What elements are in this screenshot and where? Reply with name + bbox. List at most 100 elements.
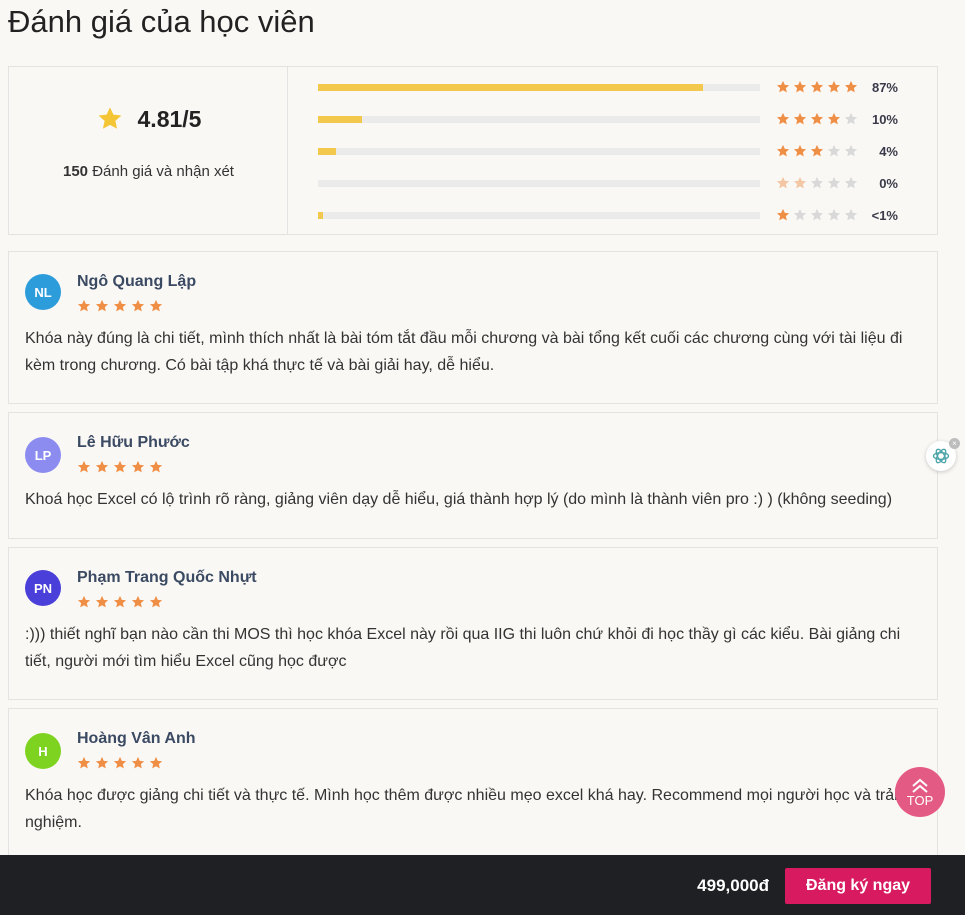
- star-icon: [77, 299, 91, 312]
- review-rating: [77, 299, 163, 313]
- star-icon: [793, 80, 807, 93]
- distribution-stars: [776, 80, 858, 94]
- star-icon: [149, 299, 163, 312]
- review-rating: [77, 595, 163, 609]
- review-text: Khoá học Excel có lộ trình rõ ràng, giản…: [25, 491, 893, 508]
- distribution-percent: 4%: [879, 143, 898, 159]
- star-icon: [113, 460, 127, 473]
- star-icon: [98, 107, 121, 129]
- star-icon: [810, 176, 824, 189]
- star-icon: [844, 144, 858, 157]
- distribution-bar-fill: [318, 115, 363, 123]
- star-icon: [95, 299, 109, 312]
- distribution-row: <1%: [318, 207, 898, 223]
- distribution-stars: [776, 144, 858, 158]
- rating-count-label: Đánh giá và nhận xét: [92, 163, 234, 180]
- rating-count-number: 150: [63, 163, 89, 180]
- star-icon: [149, 595, 163, 608]
- ai-assistant-button[interactable]: ×: [926, 438, 960, 471]
- course-price: 499,000đ: [697, 876, 769, 895]
- star-icon: [810, 80, 824, 93]
- distribution-bar: [318, 179, 760, 187]
- average-score: 4.81/5: [137, 105, 202, 132]
- star-icon: [810, 144, 824, 157]
- review-rating: [77, 460, 163, 474]
- star-icon: [793, 176, 807, 189]
- distribution-row: 87%: [318, 79, 898, 95]
- reviewer-name: Phạm Trang Quốc Nhựt: [77, 569, 257, 586]
- distribution-stars: [776, 112, 858, 126]
- purchase-bar: 499,000đ Đăng ký ngay: [0, 855, 965, 915]
- back-to-top-label: TOP: [906, 792, 934, 808]
- star-icon: [776, 112, 790, 125]
- star-icon: [827, 112, 841, 125]
- star-icon: [776, 80, 790, 93]
- distribution-stars: [776, 208, 858, 222]
- star-icon: [77, 756, 91, 769]
- star-icon: [95, 460, 109, 473]
- review-card: NL Ngô Quang Lập Khóa này đúng là chi tiết…: [8, 251, 938, 404]
- star-icon: [113, 756, 127, 769]
- distribution-bar-fill: [318, 83, 703, 91]
- close-icon[interactable]: ×: [949, 438, 960, 449]
- star-icon: [131, 299, 145, 312]
- star-icon: [827, 144, 841, 157]
- reviewer-name: Lê Hữu Phước: [77, 434, 190, 451]
- star-icon: [131, 595, 145, 608]
- distribution-row: 4%: [318, 143, 898, 159]
- rating-count: 150 Đánh giá và nhận xét: [9, 163, 288, 180]
- star-icon: [77, 460, 91, 473]
- star-icon: [844, 112, 858, 125]
- star-icon: [149, 460, 163, 473]
- review-card: H Hoàng Vân Anh Khóa học được giảng chi ti…: [8, 708, 938, 868]
- distribution-row: 10%: [318, 111, 898, 127]
- review-text: Khóa học được giảng chi tiết và thực tế.…: [25, 787, 898, 831]
- enroll-button[interactable]: Đăng ký ngay: [785, 868, 931, 904]
- star-icon: [95, 756, 109, 769]
- star-icon: [113, 595, 127, 608]
- star-icon: [149, 756, 163, 769]
- star-icon: [844, 80, 858, 93]
- distribution-percent: 10%: [871, 111, 898, 127]
- distribution-row: 0%: [318, 175, 898, 191]
- star-icon: [793, 208, 807, 221]
- review-card: PN Phạm Trang Quốc Nhựt:))) thiết nghĩ bạ…: [8, 547, 938, 700]
- review-rating: [77, 756, 163, 770]
- rating-overview: 4.81/5 150 Đánh giá và nhận xét: [9, 67, 288, 234]
- distribution-bar: [318, 211, 760, 219]
- star-icon: [776, 144, 790, 157]
- distribution-stars: [776, 176, 858, 190]
- reviewer-name: Ngô Quang Lập: [77, 273, 197, 290]
- distribution-bar: [318, 83, 760, 91]
- review-text: Khóa này đúng là chi tiết, mình thích nh…: [25, 330, 903, 374]
- avatar: LP: [25, 437, 61, 473]
- ai-assistant-icon: [932, 448, 950, 464]
- avatar: NL: [25, 274, 61, 310]
- page-title: Đánh giá của học viên: [8, 4, 315, 39]
- star-icon: [131, 460, 145, 473]
- reviewer-name: Hoàng Vân Anh: [77, 730, 196, 747]
- star-icon: [827, 176, 841, 189]
- star-icon: [776, 208, 790, 221]
- back-to-top-button[interactable]: TOP: [895, 767, 945, 817]
- distribution-bar-fill: [318, 211, 324, 219]
- distribution-bar: [318, 147, 760, 155]
- distribution-bar: [318, 115, 760, 123]
- star-icon: [793, 144, 807, 157]
- star-icon: [131, 756, 145, 769]
- distribution-percent: <1%: [871, 207, 898, 223]
- star-icon: [844, 208, 858, 221]
- star-icon: [95, 595, 109, 608]
- star-icon: [827, 208, 841, 221]
- distribution-bar-fill: [318, 147, 336, 155]
- review-card: LP Lê Hữu Phước Khoá học Excel có lộ trình…: [8, 412, 938, 539]
- distribution-percent: 0%: [879, 175, 898, 191]
- review-text: :))) thiết nghĩ bạn nào cần thi MOS thì …: [25, 626, 901, 670]
- double-chevron-up-icon: [912, 778, 928, 793]
- star-icon: [793, 112, 807, 125]
- star-icon: [827, 80, 841, 93]
- avatar: H: [25, 733, 61, 769]
- star-icon: [810, 208, 824, 221]
- rating-summary: 4.81/5 150 Đánh giá và nhận xét 87% 10% 4%…: [8, 66, 938, 235]
- distribution-percent: 87%: [871, 79, 898, 95]
